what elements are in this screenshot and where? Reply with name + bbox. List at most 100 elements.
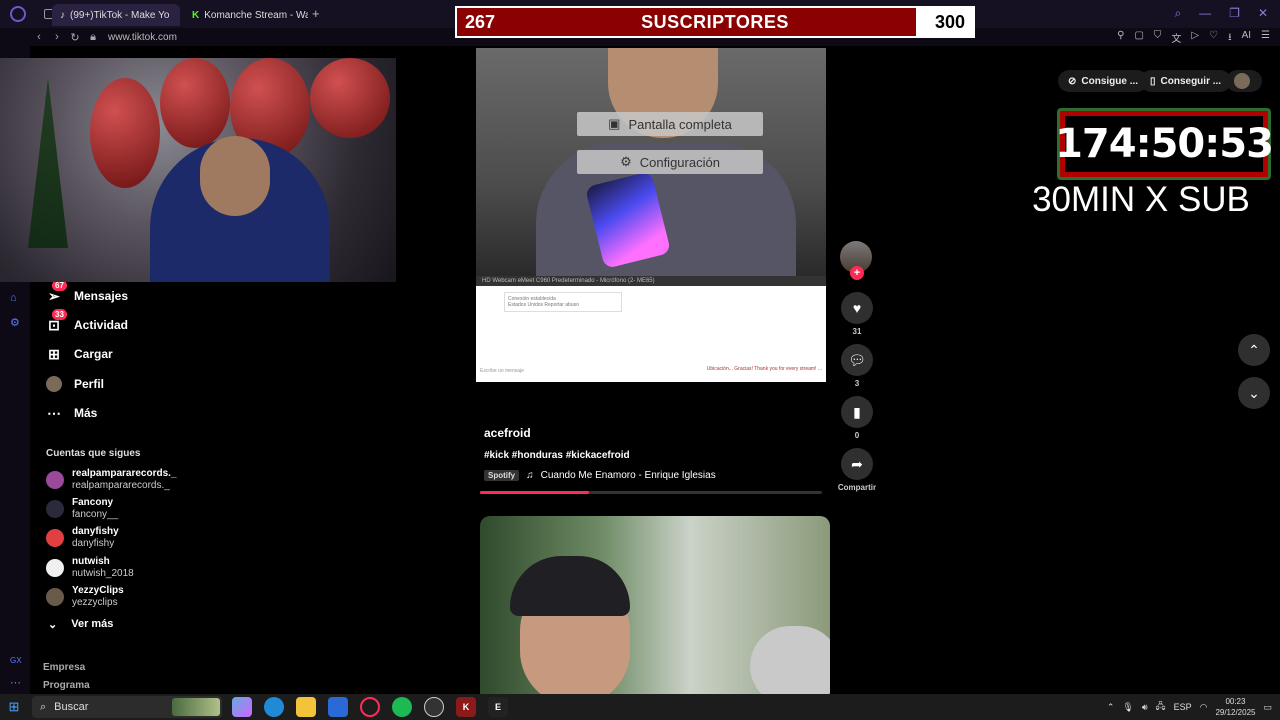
heart-icon[interactable]: ♡ [1209,30,1218,47]
folder-icon[interactable] [296,697,316,717]
rail-more-icon[interactable]: ⋯ [10,676,22,689]
tab-komanche[interactable]: K Komanche Stream - Watch [184,4,308,26]
bookmark-icon[interactable]: ▮ [841,396,873,428]
video-music[interactable]: Spotify ♫ Cuando Me Enamoro - Enrique Ig… [484,470,716,481]
screenshot-icon[interactable]: ▢ [1134,30,1143,47]
ai-icon[interactable]: AI [1242,30,1251,47]
translate-icon[interactable]: 文 [1171,30,1181,47]
shield-icon[interactable]: ⛉ [1154,30,1162,47]
sidebar-item-label: Mensajes [74,289,129,303]
sidebar-item-label: Actividad [74,318,129,332]
url-field[interactable]: www.tiktok.com [108,32,177,43]
video-author[interactable]: acefroid [484,426,531,440]
footer-link-empresa[interactable]: Empresa [43,662,85,673]
sidebar-item-actividad[interactable]: ⊡ 33 Actividad [46,309,129,333]
connection-chip: Conexión establecida Estados Unidos Repo… [504,292,622,312]
follow-plus-button[interactable]: + [850,266,864,280]
browser-toolbar: ⚲ ▢ ⛉ 文 ▷ ♡ ⭳ AI ☰ [1117,30,1270,47]
taskbar-search[interactable]: ⌕ Buscar [32,696,222,718]
network-icon[interactable]: 🖧 [1156,699,1166,715]
get-app-button[interactable]: ▯ Conseguir ... [1140,70,1232,92]
timer-screen: 174:50:53 [1055,116,1274,172]
minimize-icon[interactable]: — [1199,6,1211,21]
following-item[interactable]: Fancony fancony__ [46,497,118,521]
video-hashtags[interactable]: #kick #honduras #kickacefroid [484,450,630,461]
avatar [46,588,64,606]
see-more-button[interactable]: ⌄ Ver más [48,618,113,631]
spotify-icon[interactable] [392,697,412,717]
gx-icon[interactable]: GX [10,656,22,668]
opera-gx-logo-icon[interactable] [10,6,26,22]
comment-action[interactable]: 💬︎ 3 [838,344,876,388]
reload-icon[interactable]: ↻ [66,31,84,44]
copilot-icon[interactable] [232,697,252,717]
download-icon[interactable]: ⭳ [1228,30,1232,47]
wifi-icon[interactable]: ◠ [1200,702,1208,713]
share-icon[interactable]: ➦ [841,448,873,480]
following-title: Cuentas que sigues [46,448,141,459]
rail-icon-2[interactable]: ⌂ [10,292,22,304]
settings-icon[interactable]: ⚙ [10,316,22,329]
chevron-down-icon: ⌄ [48,619,58,631]
following-item[interactable]: nutwish nutwish_2018 [46,556,134,580]
music-note-icon: ♫ [526,470,534,481]
taskbar-search-label: Buscar [54,701,89,713]
sidebar-item-perfil[interactable]: Perfil [46,376,104,392]
previous-video-button[interactable]: ⌃ [1238,334,1270,366]
video-progress-bar[interactable] [480,491,822,494]
notifications-icon[interactable]: ▭ [1263,702,1272,713]
fullscreen-button[interactable]: ▣ Pantalla completa [577,112,763,136]
pin-icon[interactable]: ⚲ [1117,30,1124,47]
inbox-icon: ⊡ 33 [46,309,67,333]
timer-label: 30MIN X SUB [1032,180,1250,219]
menu-icon[interactable]: ☰ [1261,30,1270,47]
close-icon[interactable]: ✕ [1258,6,1268,21]
epic-games-icon[interactable]: E [488,697,508,717]
get-coins-button[interactable]: ⊘ Consigue ... [1058,70,1149,92]
clock[interactable]: 00:23 29/12/2025 [1215,696,1255,718]
next-video-preview[interactable] [480,516,830,694]
balloon [310,58,390,138]
video-player[interactable]: ▣ Pantalla completa ⚙ Configuración HD W… [476,48,826,382]
footer-link-programa[interactable]: Programa [43,680,90,691]
following-item[interactable]: realpampararecords._ realpampararecords._ [46,468,177,492]
system-tray: ⌃ 🎙︎ 🔊︎ 🖧 ESP ◠ 00:23 29/12/2025 ▭ [1107,694,1272,720]
edge-icon[interactable] [264,697,284,717]
following-item[interactable]: YezzyClips yezzyclips [46,585,124,609]
obs-icon[interactable] [424,697,444,717]
volume-icon[interactable]: 🔊︎ [1142,702,1148,713]
windows-start-icon[interactable]: ⊞ [0,699,28,715]
balloon [90,78,160,188]
settings-button[interactable]: ⚙ Configuración [577,150,763,174]
search-icon[interactable]: ⌕ [1174,6,1181,21]
opera-gx-icon[interactable] [360,697,380,717]
new-tab-button[interactable]: + [312,6,320,21]
store-icon[interactable] [328,697,348,717]
sidebar-item-mas[interactable]: ⋯ Más [46,405,97,421]
next-video-button[interactable]: ⌄ [1238,377,1270,409]
profile-button[interactable] [1226,70,1262,92]
kick-icon: K [192,9,200,21]
streamer-head [200,136,270,216]
share-action[interactable]: ➦ Compartir [830,448,884,492]
microphone-icon[interactable]: 🎙︎ [1122,702,1133,713]
save-action[interactable]: ▮ 0 [838,396,876,440]
sidebar-item-mensajes[interactable]: ➢ 67 Mensajes [46,280,129,304]
comment-icon[interactable]: 💬︎ [841,344,873,376]
heart-icon[interactable]: ♥ [841,292,873,324]
forward-icon[interactable]: › [48,31,66,43]
following-item[interactable]: danyfishy danyfishy [46,526,119,550]
like-action[interactable]: ♥ 31 [838,292,876,336]
kick-app-icon[interactable]: K [456,697,476,717]
like-count: 31 [852,327,862,336]
language-indicator[interactable]: ESP [1174,702,1192,712]
restore-icon[interactable]: ❐ [1229,6,1240,21]
tray-chevron-icon[interactable]: ⌃ [1107,702,1115,713]
chevron-down-icon: ⌄ [1248,384,1260,401]
next-video-person-2 [750,626,830,694]
clock-time: 00:23 [1225,697,1246,706]
sidebar-item-cargar[interactable]: ⊞ Cargar [46,346,113,362]
back-icon[interactable]: ‹ [30,31,48,43]
tab-tiktok[interactable]: ♪ (99+)TikTok - Make Yo [52,4,180,26]
player-icon[interactable]: ▷ [1191,30,1199,47]
